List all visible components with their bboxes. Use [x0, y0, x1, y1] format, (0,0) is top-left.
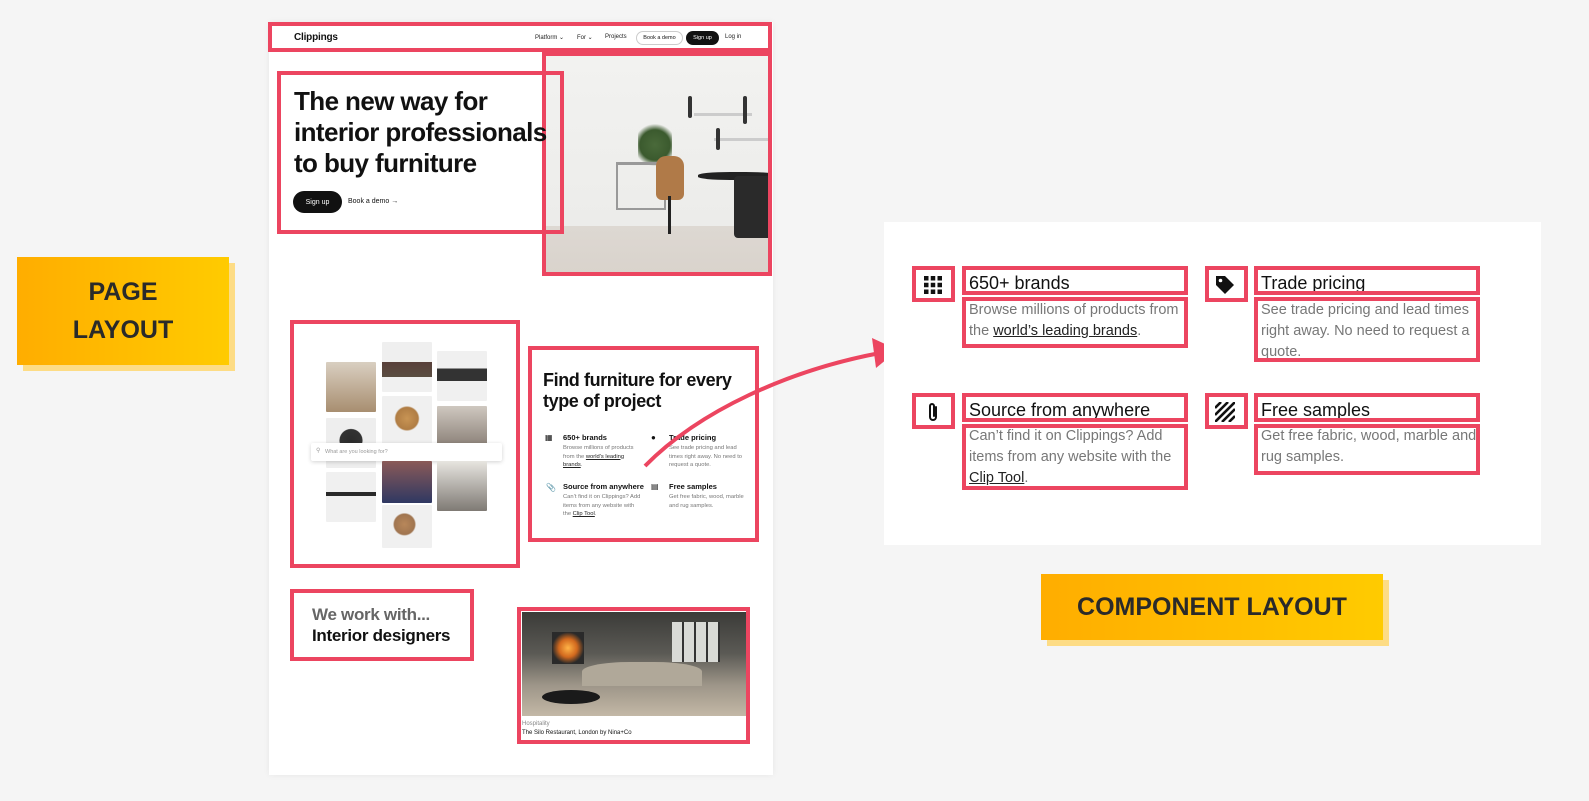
- pricing-icon-highlight: [1205, 266, 1248, 302]
- samples-icon-highlight: [1205, 393, 1248, 429]
- source-desc-highlight: [962, 424, 1188, 490]
- brands-title-highlight: [962, 266, 1188, 295]
- component-layout-label: COMPONENT LAYOUT: [1041, 574, 1383, 640]
- source-icon-highlight: [912, 393, 955, 429]
- samples-desc-highlight: [1254, 424, 1480, 475]
- pricing-title-highlight: [1254, 266, 1480, 295]
- samples-title-highlight: [1254, 393, 1480, 422]
- brands-icon-highlight: [912, 266, 955, 302]
- source-title-highlight: [962, 393, 1188, 422]
- brands-desc-highlight: [962, 297, 1188, 348]
- pricing-desc-highlight: [1254, 297, 1480, 362]
